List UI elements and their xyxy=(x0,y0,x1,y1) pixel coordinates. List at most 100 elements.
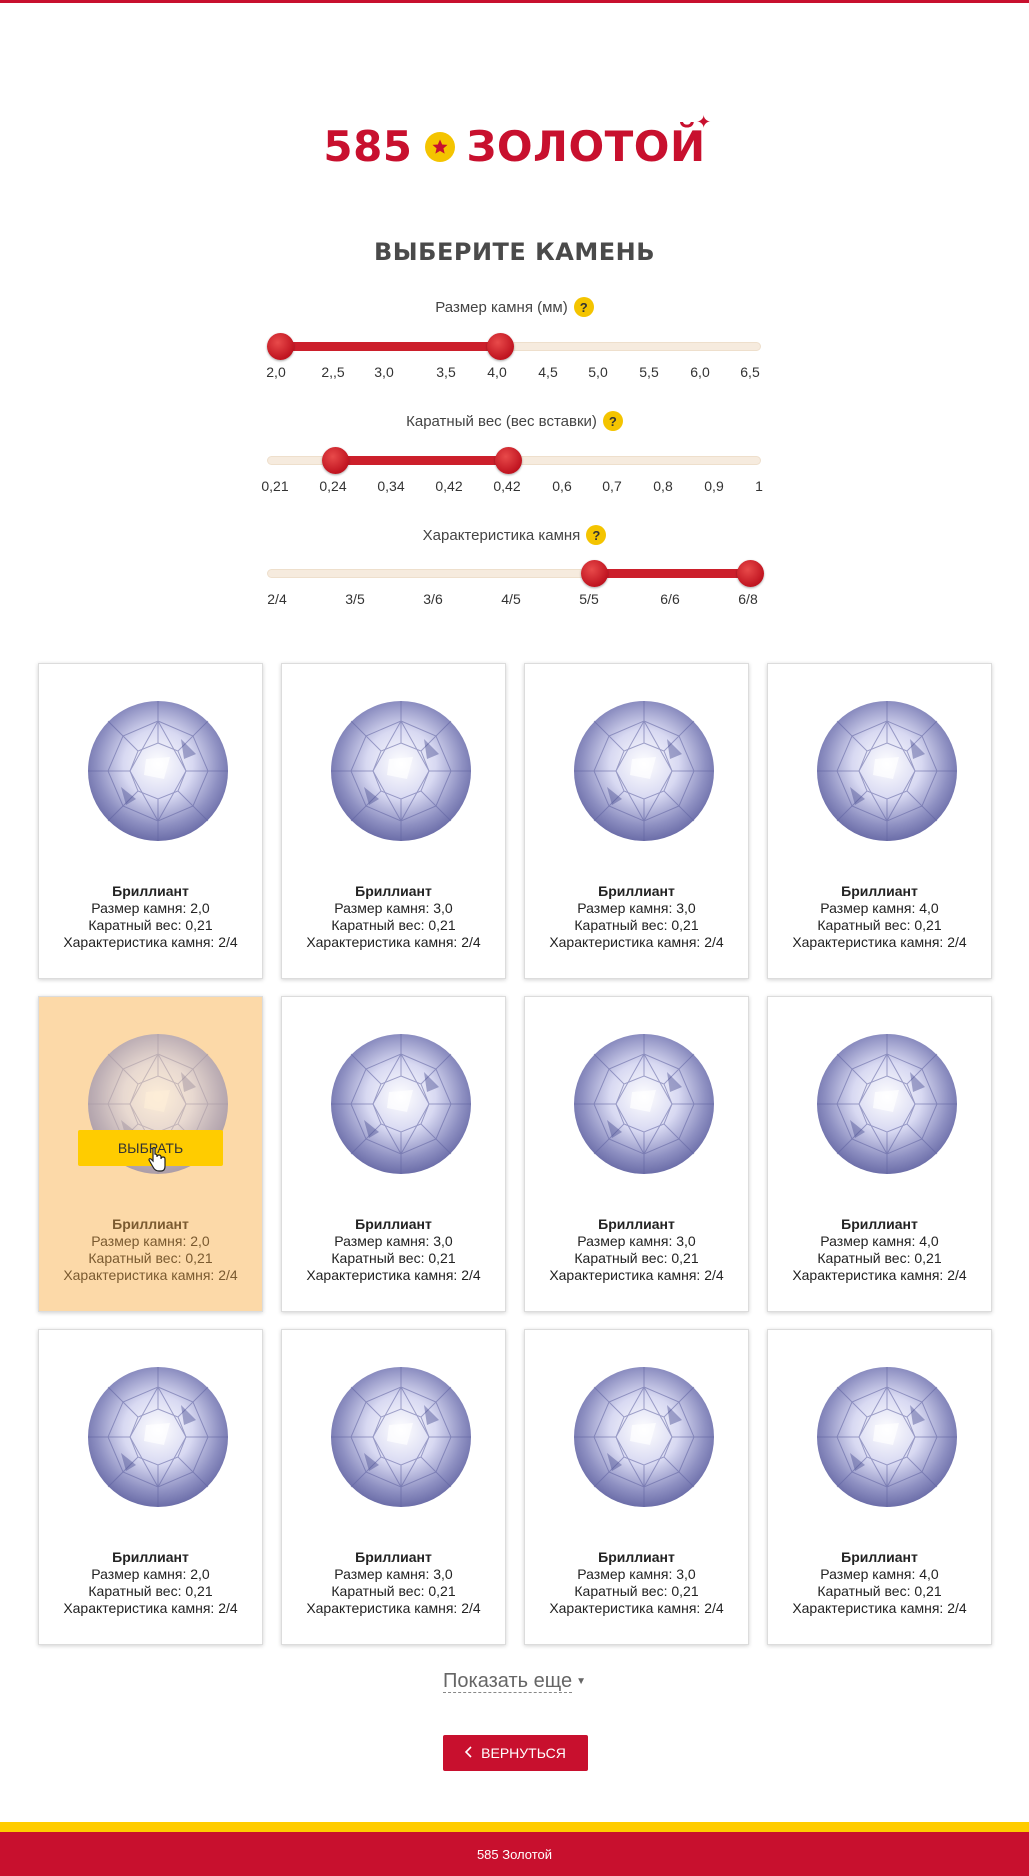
stone-char: Характеристика камня: 2/4 xyxy=(792,1600,967,1616)
stone-info: Бриллиант Размер камня: 3,0 Каратный вес… xyxy=(525,883,748,951)
back-button-label: ВЕРНУТЬСЯ xyxy=(481,1745,566,1761)
help-icon[interactable]: ? xyxy=(573,297,594,317)
brand-word-wrap: ЗОЛОТОЙ ✦ xyxy=(466,112,712,171)
stone-info: Бриллиант Размер камня: 2,0 Каратный вес… xyxy=(39,883,262,951)
slider-handle-min[interactable] xyxy=(267,333,294,360)
stone-card-hovered[interactable]: ВЫБРАТЬ Бриллиант Размер камня: 2,0 Кара… xyxy=(38,996,263,1312)
filter-size-label: Размер камня (мм) ? xyxy=(0,297,1029,317)
tick-label: 6,0 xyxy=(690,364,710,380)
show-more-link[interactable]: Показать еще xyxy=(443,1670,573,1693)
tick-label: 3,0 xyxy=(374,364,394,380)
filter-weight-label: Каратный вес (вес вставки) ? xyxy=(0,411,1029,431)
caret-down-icon: ▼ xyxy=(576,1676,586,1688)
stone-card[interactable]: Бриллиант Размер камня: 4,0 Каратный вес… xyxy=(767,996,992,1312)
slider-range xyxy=(280,342,500,351)
tick-label: 6,5 xyxy=(740,364,760,380)
brand-number: 585 xyxy=(323,122,413,171)
stone-info: Бриллиант Размер камня: 4,0 Каратный вес… xyxy=(768,1216,991,1284)
footer-text: 585 Золотой xyxy=(476,1846,553,1862)
slider-handle-max[interactable] xyxy=(487,333,514,360)
stone-size: Размер камня: 3,0 xyxy=(334,1566,453,1582)
diamond-image xyxy=(86,699,230,843)
stone-char: Характеристика камня: 2/4 xyxy=(549,1600,724,1616)
stone-card[interactable]: Бриллиант Размер камня: 4,0 Каратный вес… xyxy=(767,1329,992,1645)
stone-info: Бриллиант Размер камня: 3,0 Каратный вес… xyxy=(525,1549,748,1617)
stone-size: Размер камня: 4,0 xyxy=(820,900,939,916)
slider-handle-min[interactable] xyxy=(581,560,608,587)
stone-card[interactable]: Бриллиант Размер камня: 2,0 Каратный вес… xyxy=(38,1329,263,1645)
slider-handle-min[interactable] xyxy=(322,447,349,474)
tick-label: 0,9 xyxy=(704,478,724,494)
stone-name: Бриллиант xyxy=(598,1549,675,1565)
weight-slider[interactable]: 0,21 0,24 0,34 0,42 0,42 0,6 0,7 0,8 0,9… xyxy=(261,440,763,494)
stone-name: Бриллиант xyxy=(841,1216,918,1232)
tick-label: 0,7 xyxy=(602,478,622,494)
stone-weight: Каратный вес: 0,21 xyxy=(88,917,213,933)
help-icon[interactable]: ? xyxy=(602,411,623,431)
stone-size: Размер камня: 3,0 xyxy=(577,1233,696,1249)
tick-label: 5,0 xyxy=(588,364,608,380)
stone-size: Размер камня: 2,0 xyxy=(91,1233,210,1249)
help-icon[interactable]: ? xyxy=(586,525,607,545)
stone-weight: Каратный вес: 0,21 xyxy=(574,917,699,933)
char-slider[interactable]: 2/4 3/5 3/6 4/5 5/5 6/6 6/8 xyxy=(267,553,764,607)
spark-icon: ✦ xyxy=(696,112,712,133)
stone-size: Размер камня: 3,0 xyxy=(577,1566,696,1582)
back-button[interactable]: ВЕРНУТЬСЯ xyxy=(443,1735,588,1771)
diamond-image xyxy=(572,699,716,843)
stone-card[interactable]: Бриллиант Размер камня: 2,0 Каратный вес… xyxy=(38,663,263,979)
slider-handle-max[interactable] xyxy=(495,447,522,474)
stone-card[interactable]: Бриллиант Размер камня: 3,0 Каратный вес… xyxy=(524,1329,749,1645)
stone-info: Бриллиант Размер камня: 3,0 Каратный вес… xyxy=(282,1549,505,1617)
footer: 585 Золотой xyxy=(0,1832,1029,1876)
stone-weight: Каратный вес: 0,21 xyxy=(817,1250,942,1266)
page-title: ВЫБЕРИТЕ КАМЕНЬ xyxy=(374,238,655,266)
stone-weight: Каратный вес: 0,21 xyxy=(817,1583,942,1599)
stone-weight: Каратный вес: 0,21 xyxy=(331,1250,456,1266)
stone-card[interactable]: Бриллиант Размер камня: 3,0 Каратный вес… xyxy=(281,1329,506,1645)
stone-size: Размер камня: 3,0 xyxy=(334,1233,453,1249)
tick-label: 4,5 xyxy=(538,364,558,380)
tick-label: 3/6 xyxy=(423,591,443,607)
stone-char: Характеристика камня: 2/4 xyxy=(63,1267,238,1283)
tick-label: 2,0 xyxy=(266,364,286,380)
stone-card[interactable]: Бриллиант Размер камня: 3,0 Каратный вес… xyxy=(281,996,506,1312)
diamond-image xyxy=(329,699,473,843)
stone-weight: Каратный вес: 0,21 xyxy=(331,917,456,933)
stone-char: Характеристика камня: 2/4 xyxy=(63,934,238,950)
stone-card[interactable]: Бриллиант Размер камня: 3,0 Каратный вес… xyxy=(524,663,749,979)
stone-info: Бриллиант Размер камня: 3,0 Каратный вес… xyxy=(282,883,505,951)
size-slider[interactable]: 2,0 2,,5 3,0 3,5 4,0 4,5 5,0 5,5 6,0 6,5 xyxy=(266,326,761,380)
chevron-left-icon xyxy=(465,1745,473,1761)
filter-weight-label-text: Каратный вес (вес вставки) xyxy=(406,412,597,430)
stone-char: Характеристика камня: 2/4 xyxy=(792,1267,967,1283)
stone-card[interactable]: Бриллиант Размер камня: 3,0 Каратный вес… xyxy=(281,663,506,979)
hand-cursor-icon xyxy=(148,1147,166,1172)
top-accent-line xyxy=(0,0,1029,3)
stone-size: Размер камня: 2,0 xyxy=(91,1566,210,1582)
stone-char: Характеристика камня: 2/4 xyxy=(306,1600,481,1616)
brand-logo[interactable]: 585 ЗОЛОТОЙ ✦ xyxy=(0,112,1029,171)
tick-label: 5,5 xyxy=(639,364,659,380)
diamond-image xyxy=(572,1032,716,1176)
stone-size: Размер камня: 2,0 xyxy=(91,900,210,916)
stone-char: Характеристика камня: 2/4 xyxy=(63,1600,238,1616)
filter-char-label-text: Характеристика камня xyxy=(422,526,581,544)
show-more[interactable]: Показать еще ▼ xyxy=(0,1670,1029,1693)
diamond-image xyxy=(815,1365,959,1509)
tick-label: 0,42 xyxy=(435,478,463,494)
tick-label: 0,34 xyxy=(377,478,405,494)
stone-card[interactable]: Бриллиант Размер камня: 3,0 Каратный вес… xyxy=(524,996,749,1312)
brand-word: ЗОЛОТОЙ xyxy=(466,122,706,171)
slider-range xyxy=(335,456,508,465)
footer-stripe xyxy=(0,1822,1029,1832)
stone-size: Размер камня: 3,0 xyxy=(334,900,453,916)
stone-name: Бриллиант xyxy=(355,1216,432,1232)
stone-char: Характеристика камня: 2/4 xyxy=(306,934,481,950)
stone-info: Бриллиант Размер камня: 3,0 Каратный вес… xyxy=(282,1216,505,1284)
stone-char: Характеристика камня: 2/4 xyxy=(792,934,967,950)
slider-handle-max[interactable] xyxy=(737,560,764,587)
stone-size: Размер камня: 4,0 xyxy=(820,1233,939,1249)
stone-card[interactable]: Бриллиант Размер камня: 4,0 Каратный вес… xyxy=(767,663,992,979)
filter-size-label-text: Размер камня (мм) xyxy=(435,298,568,316)
